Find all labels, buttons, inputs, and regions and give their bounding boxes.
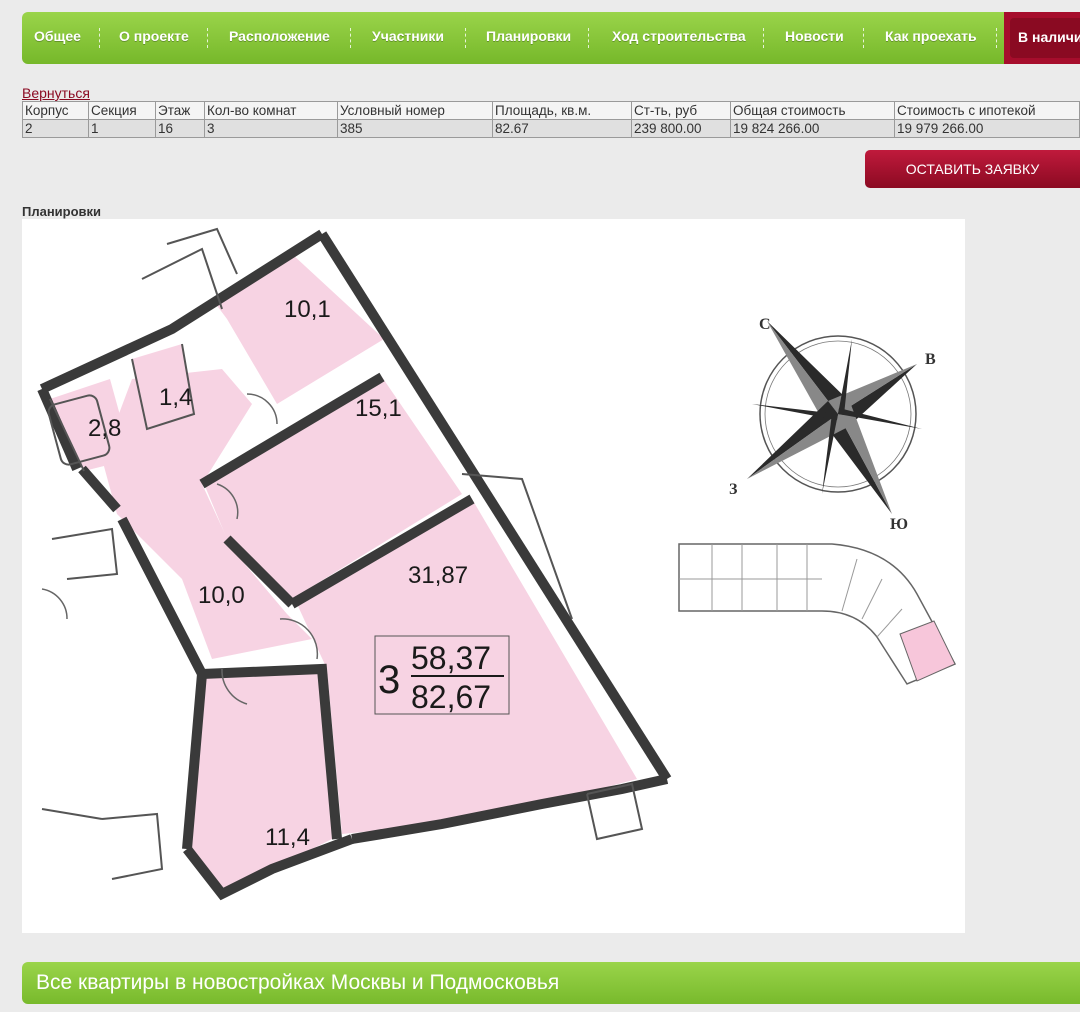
table-row: 2 1 16 3 385 82.67 239 800.00 19 824 266… bbox=[22, 119, 1080, 138]
header-rooms: Кол-во комнат bbox=[204, 101, 338, 120]
cell-price-per-m2: 239 800.00 bbox=[631, 119, 731, 138]
cell-number: 385 bbox=[337, 119, 493, 138]
compass-label: С bbox=[759, 316, 771, 333]
floor-plan-image[interactable]: 10,1 15,1 1,4 2,8 10,0 31,87 11,4 3 58,3… bbox=[22, 219, 965, 933]
nav-item-general[interactable]: Общее bbox=[34, 12, 81, 64]
nav-item-plans[interactable]: Планировки bbox=[486, 12, 571, 64]
summary-living-area: 58,37 bbox=[411, 640, 491, 676]
nav-item-in-stock[interactable]: В наличии bbox=[1004, 12, 1080, 64]
plans-title: Планировки bbox=[22, 204, 102, 219]
header-total-price: Общая стоимость bbox=[730, 101, 895, 120]
cell-rooms: 3 bbox=[204, 119, 338, 138]
order-button[interactable]: ОСТАВИТЬ ЗАЯВКУ bbox=[865, 150, 1080, 188]
cell-floor: 16 bbox=[155, 119, 205, 138]
room-label: 11,4 bbox=[265, 824, 310, 851]
nav-separator bbox=[996, 28, 997, 48]
nav-separator bbox=[863, 28, 864, 48]
floor-plan-drawing: 10,1 15,1 1,4 2,8 10,0 31,87 11,4 3 58,3… bbox=[37, 227, 957, 901]
compass-label: В bbox=[925, 351, 936, 368]
header-number: Условный номер bbox=[337, 101, 493, 120]
nav-item-news[interactable]: Новости bbox=[785, 12, 844, 64]
nav-item-participants[interactable]: Участники bbox=[372, 12, 444, 64]
cell-total-price: 19 824 266.00 bbox=[730, 119, 895, 138]
room-label: 31,87 bbox=[408, 562, 468, 589]
nav-item-construction[interactable]: Ход строительства bbox=[612, 12, 746, 64]
header-floor: Этаж bbox=[155, 101, 205, 120]
all-apartments-banner[interactable]: Все квартиры в новостройках Москвы и Под… bbox=[22, 962, 1080, 1004]
cell-mortgage-price: 19 979 266.00 bbox=[894, 119, 1080, 138]
summary-room-count: 3 bbox=[378, 658, 400, 702]
nav-separator bbox=[350, 28, 351, 48]
nav-separator bbox=[99, 28, 100, 48]
room-label: 15,1 bbox=[355, 395, 402, 422]
table-header-row: Корпус Секция Этаж Кол-во комнат Условны… bbox=[22, 101, 1080, 120]
nav-item-in-stock-label[interactable]: В наличии bbox=[1010, 18, 1080, 58]
header-mortgage-price: Стоимость с ипотекой bbox=[894, 101, 1080, 120]
nav-separator bbox=[588, 28, 589, 48]
room-bedroom-bottom bbox=[187, 669, 332, 894]
compass-label: З bbox=[729, 481, 738, 498]
nav-separator bbox=[465, 28, 466, 48]
summary-total-area: 82,67 bbox=[411, 679, 491, 715]
nav-item-about[interactable]: О проекте bbox=[119, 12, 189, 64]
compass-rose-icon: С В Ю З bbox=[729, 316, 936, 533]
room-label: 2,8 bbox=[88, 415, 121, 442]
header-section: Секция bbox=[88, 101, 156, 120]
nav-separator bbox=[207, 28, 208, 48]
top-nav: Общее О проекте Расположение Участники П… bbox=[22, 12, 1080, 64]
room-label: 10,1 bbox=[284, 296, 331, 323]
room-label: 10,0 bbox=[198, 582, 245, 609]
header-building: Корпус bbox=[22, 101, 89, 120]
nav-item-location[interactable]: Расположение bbox=[229, 12, 330, 64]
header-price-per-m2: Ст-ть, руб bbox=[631, 101, 731, 120]
building-key-plan bbox=[678, 543, 957, 685]
cell-section: 1 bbox=[88, 119, 156, 138]
cell-building: 2 bbox=[22, 119, 89, 138]
nav-separator bbox=[763, 28, 764, 48]
header-area: Площадь, кв.м. bbox=[492, 101, 632, 120]
room-bedroom-top bbox=[212, 254, 384, 404]
back-link[interactable]: Вернуться bbox=[22, 85, 90, 101]
nav-item-directions[interactable]: Как проехать bbox=[885, 12, 977, 64]
compass-label: Ю bbox=[890, 516, 908, 533]
apartment-info-table: Корпус Секция Этаж Кол-во комнат Условны… bbox=[22, 101, 1080, 138]
cell-area: 82.67 bbox=[492, 119, 632, 138]
room-label: 1,4 bbox=[159, 384, 192, 411]
